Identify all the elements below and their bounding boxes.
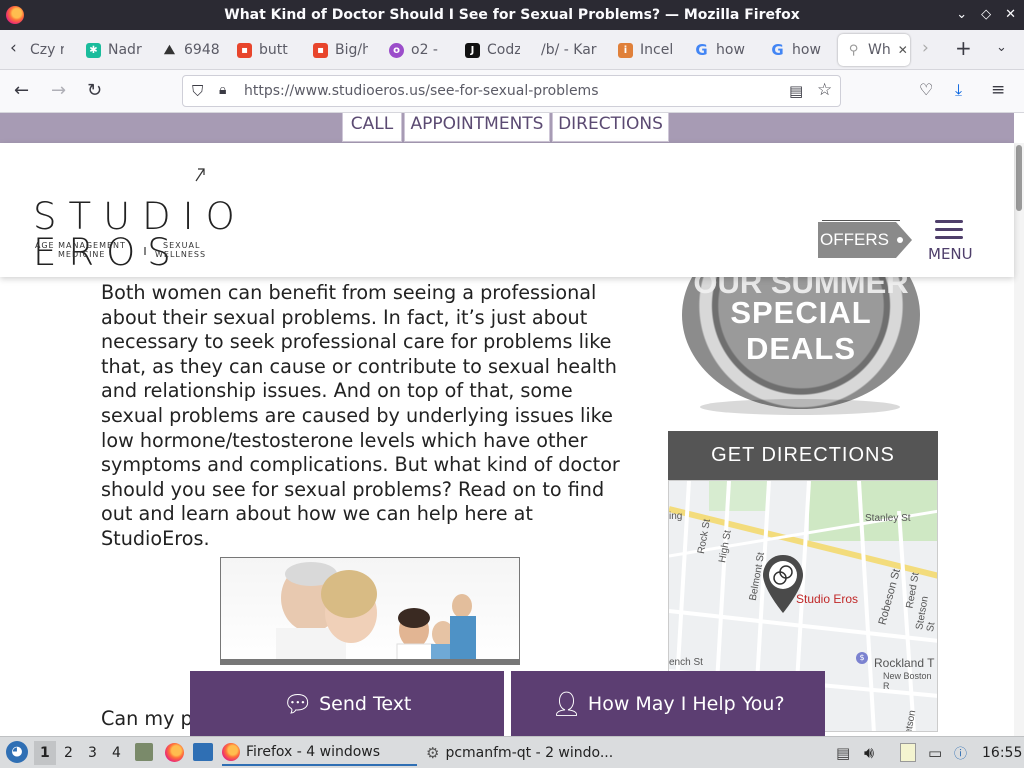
firefox-launcher-icon[interactable] [165,743,184,762]
notes-icon[interactable] [900,743,916,762]
volume-icon[interactable]: 🔊︎ [864,743,874,763]
tab-bar: ‹ Czy r ✱ Nadr ⛰ 6948 ▪ butt ▪ Big/h o o2 - J… [0,30,1024,70]
bookmark-star-icon[interactable]: ☆ [817,80,832,100]
network-icon[interactable]: ▭ [928,744,942,762]
tab[interactable]: ✱ Nadr [86,34,144,66]
close-window-icon[interactable]: ✕ [1005,0,1016,30]
tab[interactable]: Ghow [770,34,826,66]
site-header: STUDIO EROS AGE MANAGEMENT MEDICINE SEXU… [0,143,1014,277]
lock-icon[interactable]: 🔒︎ [219,82,226,98]
square-icon: ▪ [313,42,328,58]
i-icon: i [618,42,633,58]
tab[interactable]: Czy r [30,34,64,66]
appointments-button[interactable]: APPOINTMENTS [404,113,550,142]
next-section-heading: Can my p [101,707,193,730]
tab[interactable]: ▪ butt [237,34,293,66]
google-icon: G [695,41,708,59]
help-chat-button[interactable]: 👤︎ How May I Help You? [511,671,825,736]
article-paragraph: Both women can benefit from seeing a pro… [101,281,620,550]
photo-bottom-bar [221,659,519,664]
clock: 16:55 [982,745,1023,761]
start-menu-icon[interactable]: ◕ [6,741,28,763]
directions-button[interactable]: DIRECTIONS [552,113,669,142]
web-content: CALL APPOINTMENTS DIRECTIONS OUR SUMMER … [0,113,1024,736]
doctors-photo [220,557,520,665]
notification-icon[interactable]: ⓘ [954,743,967,762]
gear-icon: ⚙ [426,744,440,762]
reader-view-icon[interactable]: ▤ [789,82,803,100]
tab-active[interactable]: ⚲ Wh ✕ [838,34,910,66]
firefox-icon [222,743,240,761]
person-question-icon: 👤︎ [551,689,582,718]
menu-button[interactable]: MENU [927,217,973,263]
offers-button[interactable]: OFFERS [816,220,913,260]
new-tab-icon[interactable]: + [955,36,972,60]
map-poi-icon[interactable]: $ [856,652,868,664]
call-button[interactable]: CALL [342,113,402,142]
link-icon: ⚲ [848,42,859,58]
tab[interactable]: J Codz [465,34,520,66]
get-directions-heading: GET DIRECTIONS [668,431,938,480]
menu-bar-icon [935,220,963,223]
taskbar: ◕ 1 2 3 4 Firefox - 4 windows ⚙ pcmanfm-… [0,736,1024,768]
j-icon: J [465,42,480,58]
file-manager-launcher-icon[interactable] [135,743,153,761]
reload-icon[interactable]: ↻ [87,80,102,101]
download-icon[interactable]: ⤓ [955,80,962,100]
clipboard-icon[interactable]: ▤ [836,744,850,762]
pcmanfm-taskbar-item[interactable]: ⚙ pcmanfm-qt - 2 windo... [426,740,626,766]
workspace-3[interactable]: 3 [88,745,97,761]
o-icon: o [389,42,404,58]
badge-main-text: SPECIAL DEALS [730,295,872,366]
map-pin-icon[interactable] [761,553,805,617]
url-bar[interactable]: ⛉ 🔒︎ https://www.studioeros.us/see-for-s… [182,75,841,107]
shield-icon[interactable]: ⛉ [192,82,203,100]
scrollbar-thumb[interactable] [1016,145,1022,211]
back-icon[interactable]: ← [14,80,29,101]
tab[interactable]: Ghow [694,34,750,66]
minimize-icon[interactable]: ⌄ [956,0,967,30]
menu-bar-icon [935,236,963,239]
close-tab-icon[interactable]: ✕ [898,43,908,57]
map-pin-label: Studio Eros [796,592,859,606]
forward-icon[interactable]: → [51,80,66,101]
mountain-icon: ⛰ [164,42,175,58]
google-icon: G [771,41,784,59]
window-titlebar: What Kind of Doctor Should I See for Sex… [0,0,1024,30]
firefox-icon [6,6,24,24]
hamburger-menu-icon[interactable]: ≡ [991,80,1005,100]
tab[interactable]: ▪ Big/h [313,34,368,66]
badge-shadow [700,399,900,415]
url-text[interactable]: https://www.studioeros.us/see-for-sexual… [244,83,599,99]
workspace-4[interactable]: 4 [112,745,121,761]
desktop-icon[interactable] [193,743,213,761]
doctors-illustration [276,562,476,664]
workspace-1[interactable]: 1 [34,741,56,765]
tab[interactable]: o o2 - [389,34,444,66]
tab-scroll-right-icon[interactable]: › [922,38,929,58]
window-title: What Kind of Doctor Should I See for Sex… [224,7,800,23]
chat-bubble-icon: 💬︎ [282,689,314,718]
tab[interactable]: /b/ - Kar [541,34,597,66]
star-icon: ✱ [86,42,101,58]
tab-scroll-left-icon[interactable]: ‹ [10,38,17,58]
pocket-icon[interactable]: ♡ [919,80,933,99]
workspace-2[interactable]: 2 [64,745,73,761]
page-scrollbar[interactable] [1014,143,1024,736]
square-icon: ▪ [237,42,252,58]
tab[interactable]: ⛰ 6948 [162,34,220,66]
menu-bar-icon [935,228,963,231]
list-tabs-icon[interactable]: ⌄ [996,40,1007,55]
tab[interactable]: i Incel [618,34,674,66]
navigation-toolbar: ← → ↻ ⛉ 🔒︎ https://www.studioeros.us/see… [0,70,1024,113]
maximize-icon[interactable]: ◇ [981,0,991,30]
firefox-taskbar-item[interactable]: Firefox - 4 windows [222,740,417,766]
send-text-button[interactable]: 💬︎ Send Text [190,671,504,736]
